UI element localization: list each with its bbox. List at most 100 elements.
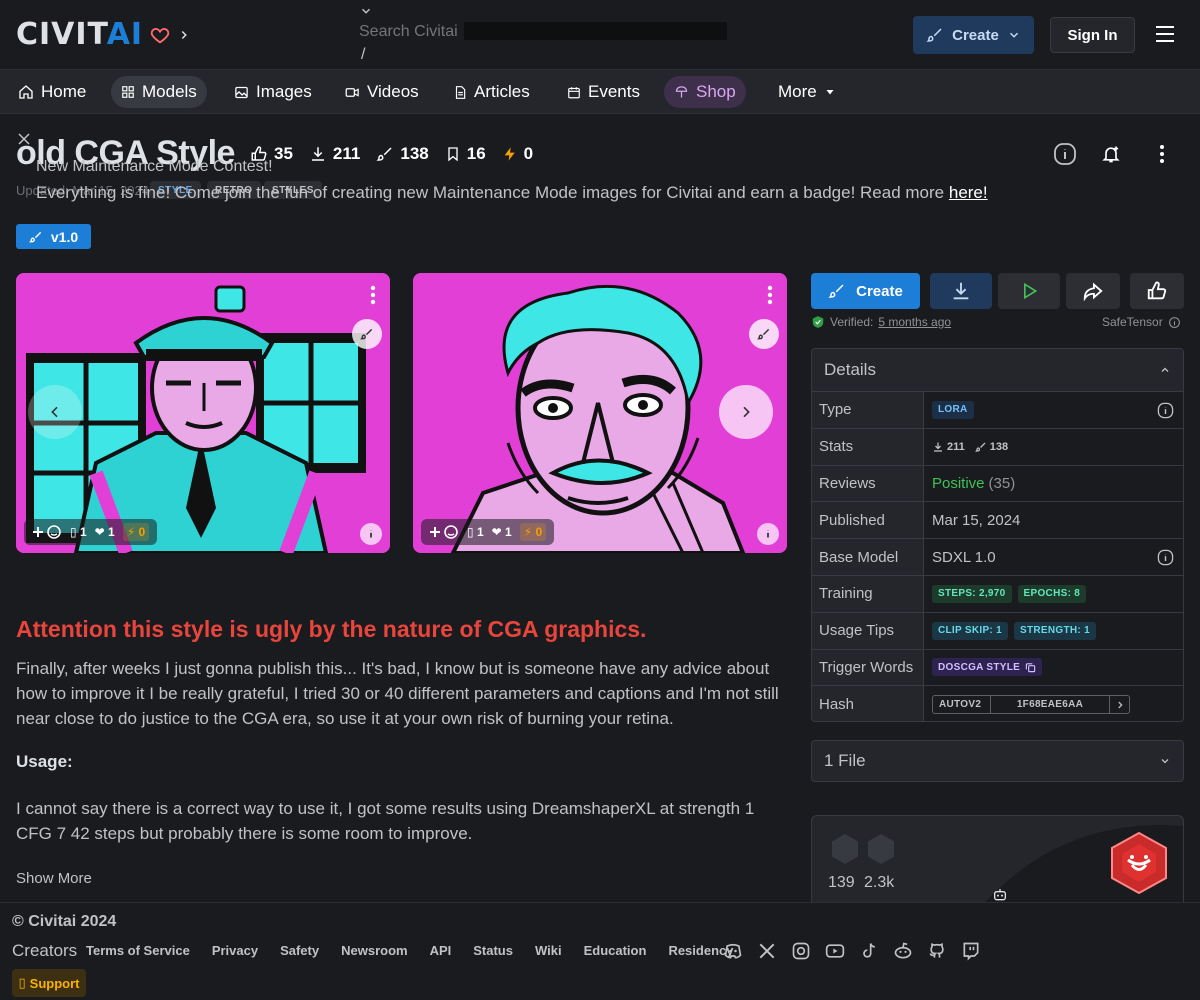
- footer-link-education[interactable]: Education: [584, 943, 647, 958]
- footer-link-status[interactable]: Status: [473, 943, 513, 958]
- nav-home[interactable]: Home: [8, 76, 96, 108]
- image-reactions[interactable]: ▯ 1 ❤ 1 ⚡ 0: [24, 519, 158, 545]
- lightning-icon: [504, 147, 515, 161]
- files-label: 1 File: [824, 751, 866, 770]
- x-twitter-icon[interactable]: [757, 941, 777, 961]
- files-accordion[interactable]: 1 File: [811, 740, 1184, 782]
- footer-link-wiki[interactable]: Wiki: [535, 943, 562, 958]
- training-steps-badge: STEPS: 2,970: [932, 584, 1012, 603]
- add-reaction-icon[interactable]: [32, 524, 62, 540]
- stats-generations: 138: [974, 440, 1009, 453]
- sidebar-create-button[interactable]: Create: [811, 273, 920, 309]
- hash-value[interactable]: 1F68EAE6AA: [991, 696, 1110, 714]
- sign-in-button[interactable]: Sign In: [1050, 17, 1135, 53]
- twitch-icon[interactable]: [961, 941, 981, 961]
- image-menu-button[interactable]: [767, 285, 773, 305]
- nav-shop[interactable]: Shop: [664, 76, 746, 108]
- hash-type[interactable]: AUTOV2: [933, 696, 991, 714]
- footer-link-newsroom[interactable]: Newsroom: [341, 943, 407, 958]
- discord-icon[interactable]: [723, 941, 743, 961]
- detail-row-type: Type LORA: [812, 392, 1183, 429]
- badge-hex-icon: [868, 834, 894, 864]
- chevron-right-icon[interactable]: [177, 28, 191, 42]
- like-button[interactable]: [1130, 273, 1184, 309]
- stats-downloads-value: 211: [947, 440, 965, 453]
- reviews-count: (35): [988, 474, 1016, 492]
- tiktok-icon[interactable]: [859, 941, 879, 961]
- version-label: v1.0: [50, 228, 79, 245]
- play-button[interactable]: [998, 273, 1060, 309]
- create-button[interactable]: Create: [913, 16, 1034, 54]
- download-icon: [311, 147, 324, 161]
- chevron-right-icon: [1117, 701, 1123, 709]
- verified-time-link[interactable]: 5 months ago: [878, 315, 951, 329]
- hash-next-button[interactable]: [1110, 696, 1129, 713]
- nav-more[interactable]: More: [768, 76, 846, 108]
- menu-icon[interactable]: [1155, 25, 1175, 43]
- notify-button[interactable]: [1099, 142, 1123, 166]
- details-title: Details: [824, 360, 876, 379]
- dots-vertical-icon: [370, 285, 376, 305]
- heart-reaction[interactable]: ❤ 1: [492, 525, 512, 539]
- github-icon[interactable]: [927, 941, 947, 961]
- remix-button[interactable]: [352, 319, 382, 349]
- nav-models[interactable]: Models: [111, 76, 207, 108]
- footer-creators-link[interactable]: Creators: [12, 941, 77, 961]
- dots-vertical-icon: [767, 285, 773, 305]
- download-button[interactable]: [930, 273, 992, 309]
- footer-link-privacy[interactable]: Privacy: [212, 943, 258, 958]
- contest-link[interactable]: here!: [949, 183, 988, 202]
- detail-label: Published: [812, 502, 924, 539]
- stats-generations-value: 138: [989, 440, 1009, 453]
- footer-link-terms[interactable]: Terms of Service: [86, 943, 190, 958]
- image-info-button[interactable]: [757, 523, 779, 545]
- buzz-reaction[interactable]: ⚡ 0: [519, 523, 547, 541]
- buzz-count: 0: [523, 144, 534, 163]
- youtube-icon[interactable]: [825, 941, 845, 961]
- instagram-icon[interactable]: [791, 941, 811, 961]
- trigger-word-badge[interactable]: DOSCGA STYLE: [932, 658, 1043, 677]
- more-options-button[interactable]: [1150, 142, 1174, 166]
- carousel-next-button[interactable]: [719, 385, 773, 439]
- reviews-value[interactable]: Positive: [932, 475, 985, 492]
- support-label: Support: [29, 975, 80, 991]
- share-button[interactable]: [1066, 273, 1120, 309]
- detail-row-base-model: Base Model SDXL 1.0: [812, 539, 1183, 576]
- footer-link-api[interactable]: API: [430, 943, 452, 958]
- footer-link-safety[interactable]: Safety: [280, 943, 319, 958]
- creator-avatar[interactable]: [1110, 832, 1168, 894]
- version-badge[interactable]: v1.0: [16, 224, 91, 249]
- info-icon[interactable]: [1157, 549, 1174, 566]
- cry-reaction[interactable]: ▯ 1: [467, 525, 484, 539]
- reddit-icon[interactable]: [893, 941, 913, 961]
- show-more-link[interactable]: Show More: [16, 870, 92, 887]
- support-button[interactable]: ▯ Support: [12, 969, 86, 997]
- chevron-down-icon[interactable]: [359, 4, 373, 18]
- heart-reaction[interactable]: ❤ 1: [95, 525, 115, 539]
- close-icon[interactable]: [18, 133, 30, 145]
- cry-reaction[interactable]: ▯ 1: [70, 525, 87, 539]
- info-button[interactable]: [1053, 142, 1077, 166]
- image-reactions[interactable]: ▯ 1 ❤ 1 ⚡ 0: [421, 519, 555, 545]
- nav-videos[interactable]: Videos: [335, 76, 429, 108]
- add-reaction-icon[interactable]: [429, 524, 459, 540]
- info-icon[interactable]: [1157, 402, 1174, 419]
- image-info-button[interactable]: [360, 523, 382, 545]
- trigger-word: DOSCGA STYLE: [938, 661, 1021, 673]
- nav-events[interactable]: Events: [557, 76, 650, 108]
- image-menu-button[interactable]: [370, 285, 376, 305]
- info-icon[interactable]: [1168, 316, 1181, 329]
- heart-icon[interactable]: [149, 24, 171, 46]
- download-icon: [953, 282, 969, 300]
- gallery-image-2[interactable]: ▯ 1 ❤ 1 ⚡ 0: [413, 273, 787, 553]
- details-header[interactable]: Details: [812, 349, 1183, 392]
- nav-articles[interactable]: Articles: [443, 76, 540, 108]
- hash-box[interactable]: AUTOV2 1F68EAE6AA: [932, 695, 1130, 715]
- civitai-logo[interactable]: CIVITAI: [16, 20, 191, 50]
- remix-button[interactable]: [749, 319, 779, 349]
- nav-images[interactable]: Images: [224, 76, 322, 108]
- carousel-prev-button[interactable]: [28, 385, 82, 439]
- gallery-image-1[interactable]: ▯ 1 ❤ 1 ⚡ 0: [16, 273, 390, 553]
- detail-row-hash: Hash AUTOV2 1F68EAE6AA: [812, 686, 1183, 721]
- buzz-reaction[interactable]: ⚡ 0: [122, 523, 150, 541]
